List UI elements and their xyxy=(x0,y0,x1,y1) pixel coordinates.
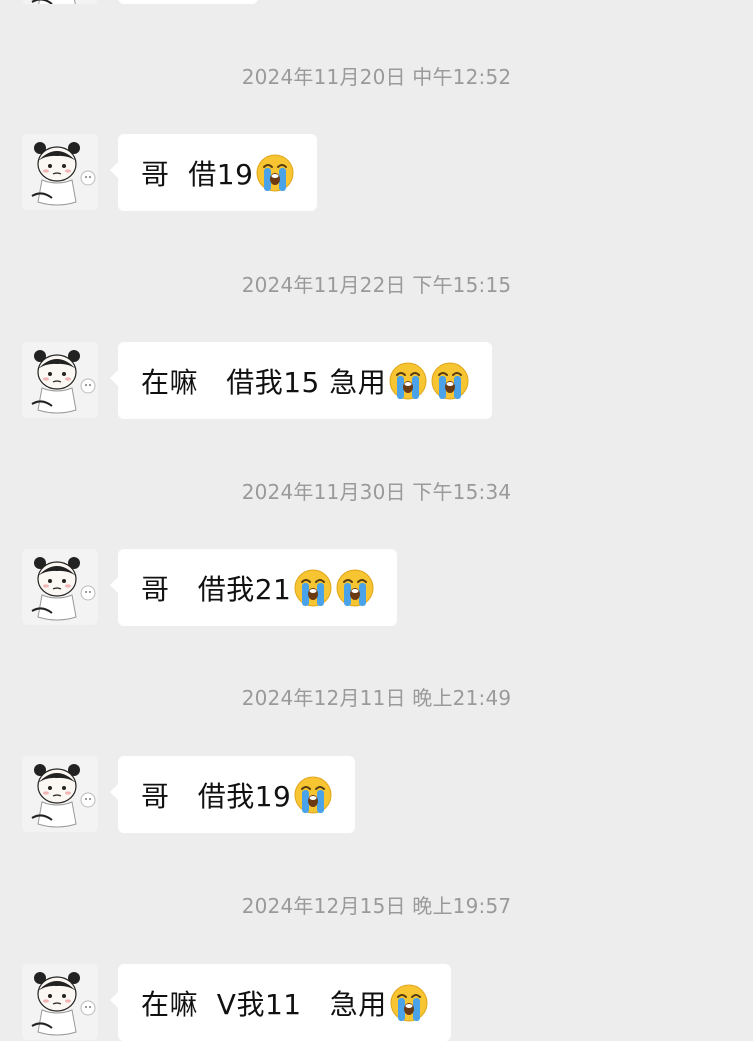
loudly-crying-face-icon xyxy=(389,983,429,1023)
message-text: 哥 借我19 xyxy=(141,779,292,813)
avatar[interactable] xyxy=(22,964,98,1040)
message-text: 哥 借我21 xyxy=(141,572,292,606)
avatar[interactable] xyxy=(22,756,98,832)
chat-area[interactable]: 2024年11月20日 中午12:52 哥 借19 2024年11月22日 下午… xyxy=(0,0,753,1041)
message-timestamp: 2024年11月20日 中午12:52 xyxy=(241,65,512,89)
avatar[interactable] xyxy=(22,0,98,4)
message-bubble-partial[interactable] xyxy=(118,0,258,4)
message-timestamp: 2024年12月15日 晚上19:57 xyxy=(241,894,512,918)
message-bubble[interactable]: 哥 借我19 xyxy=(109,756,356,833)
message-timestamp: 2024年12月11日 晚上21:49 xyxy=(241,686,512,710)
message-text: 在嘛 借我15 急用 xyxy=(141,365,387,399)
loudly-crying-face-icon xyxy=(255,153,295,193)
avatar[interactable] xyxy=(22,134,98,210)
emoji-group xyxy=(291,775,333,815)
loudly-crying-face-icon xyxy=(293,568,333,608)
loudly-crying-face-icon xyxy=(388,361,428,401)
emoji-group xyxy=(387,983,429,1023)
emoji-group xyxy=(253,153,295,193)
message-bubble[interactable]: 在嘛 V我11 急用 xyxy=(110,964,451,1041)
avatar[interactable] xyxy=(22,549,98,625)
message-bubble[interactable]: 哥 借我21 xyxy=(109,549,398,626)
loudly-crying-face-icon xyxy=(335,568,375,608)
loudly-crying-face-icon xyxy=(293,775,333,815)
message-timestamp: 2024年11月30日 下午15:34 xyxy=(241,480,512,504)
message-bubble[interactable]: 在嘛 借我15 急用 xyxy=(109,342,493,419)
message-timestamp: 2024年11月22日 下午15:15 xyxy=(241,273,512,297)
message-text: 哥 借19 xyxy=(141,157,254,191)
message-bubble[interactable]: 哥 借19 xyxy=(109,134,318,211)
emoji-group xyxy=(386,361,470,401)
avatar[interactable] xyxy=(22,342,98,418)
emoji-group xyxy=(291,568,375,608)
message-text: 在嘛 V我11 急用 xyxy=(141,987,387,1021)
loudly-crying-face-icon xyxy=(430,361,470,401)
